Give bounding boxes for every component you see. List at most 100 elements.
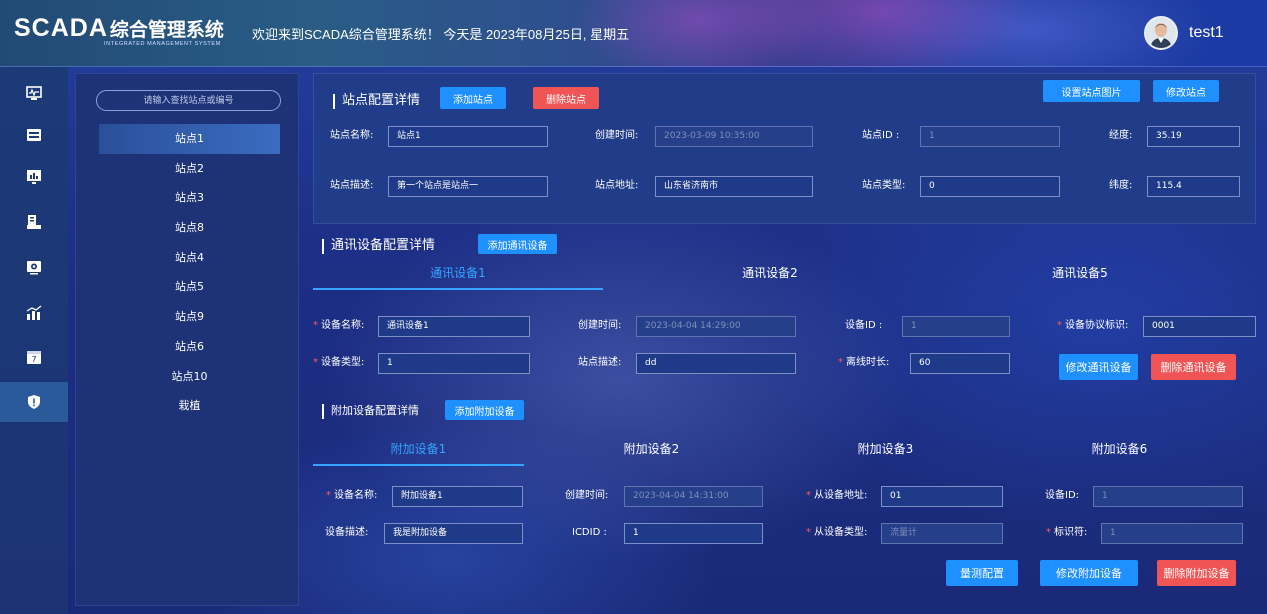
tab-comm-device-5[interactable]: 通讯设备5 — [935, 264, 1225, 281]
edit-extra-device-button[interactable]: 修改附加设备 — [1040, 560, 1138, 586]
extra-created-field: 2023-04-04 14:31:00 — [624, 486, 763, 507]
extra-icdid-field[interactable]: 1 — [624, 523, 763, 544]
edit-comm-device-button[interactable]: 修改通讯设备 — [1059, 354, 1138, 380]
screen-chart-icon — [27, 170, 41, 184]
extra-config-title: 附加设备配置详情 — [322, 403, 419, 419]
site-id-field: 1 — [920, 126, 1060, 147]
site-addr-label: 站点地址: — [595, 180, 639, 191]
delete-site-button[interactable]: 删除站点 — [533, 87, 599, 109]
site-name-label: 站点名称: — [330, 130, 374, 141]
extra-tab-indicator — [313, 464, 524, 466]
station-list: 站点1 站点2 站点3 站点8 站点4 站点5 站点9 站点6 站点10 栽植 — [99, 124, 280, 421]
nav-shield[interactable] — [0, 382, 68, 422]
site-name-field[interactable]: 站点1 — [388, 126, 548, 147]
nav-camera-screen[interactable] — [0, 247, 68, 287]
comm-type-field[interactable]: 1 — [378, 353, 530, 374]
extra-flag-field: 1 — [1101, 523, 1243, 544]
station-item[interactable]: 站点8 — [99, 213, 280, 243]
extra-slave-type-label: * 从设备类型: — [806, 527, 868, 538]
extra-slave-addr-field[interactable]: 01 — [881, 486, 1003, 507]
site-created-label: 创建时间: — [595, 130, 639, 141]
station-item[interactable]: 站点6 — [99, 332, 280, 362]
station-search-input[interactable] — [96, 90, 281, 111]
set-site-image-button[interactable]: 设置站点图片 — [1043, 80, 1140, 102]
comm-offline-field[interactable]: 60 — [910, 353, 1010, 374]
extra-created-label: 创建时间: — [565, 490, 609, 501]
comm-created-field: 2023-04-04 14:29:00 — [636, 316, 796, 337]
tab-comm-device-1[interactable]: 通讯设备1 — [313, 264, 603, 281]
station-item[interactable]: 站点3 — [99, 183, 280, 213]
add-site-button[interactable]: 添加站点 — [440, 87, 506, 109]
site-type-field[interactable]: 0 — [920, 176, 1060, 197]
site-lng-field[interactable]: 35.19 — [1147, 126, 1240, 147]
site-lat-field[interactable]: 115.4 — [1147, 176, 1240, 197]
station-item[interactable]: 站点4 — [99, 243, 280, 273]
nav-window-list[interactable] — [0, 115, 68, 155]
top-header: SCADA 综合管理系统 INTEGRATED MANAGEMENT SYSTE… — [0, 0, 1267, 67]
comm-id-label: 设备ID : — [845, 320, 883, 331]
comm-config-title: 通讯设备配置详情 — [322, 238, 435, 254]
tab-extra-device-1[interactable]: 附加设备1 — [313, 440, 524, 457]
comm-proto-field[interactable]: 0001 — [1143, 316, 1256, 337]
comm-offline-label: * 离线时长: — [838, 357, 890, 368]
station-item[interactable]: 栽植 — [99, 391, 280, 421]
site-addr-field[interactable]: 山东省济南市 — [655, 176, 813, 197]
logo-subtitle: INTEGRATED MANAGEMENT SYSTEM — [104, 41, 221, 47]
comm-name-label: * 设备名称: — [313, 320, 365, 331]
comm-proto-label: * 设备协议标识: — [1057, 320, 1129, 331]
site-id-label: 站点ID : — [862, 130, 900, 141]
comm-name-field[interactable]: 通讯设备1 — [378, 316, 530, 337]
nav-monitor-wave[interactable] — [0, 73, 68, 113]
monitor-wave-icon — [26, 86, 42, 100]
logo-cn-text: 综合管理系统 — [109, 19, 224, 41]
delete-extra-device-button[interactable]: 删除附加设备 — [1157, 560, 1236, 586]
tab-extra-device-3[interactable]: 附加设备3 — [780, 440, 991, 457]
comm-created-label: 创建时间: — [578, 320, 622, 331]
icon-nav-rail: 7 — [0, 67, 68, 614]
tab-extra-device-2[interactable]: 附加设备2 — [546, 440, 757, 457]
site-created-field: 2023-03-09 10:35:00 — [655, 126, 813, 147]
extra-desc-label: 设备描述: — [325, 527, 369, 538]
nav-calendar[interactable]: 7 — [0, 337, 68, 377]
comm-tab-indicator — [313, 288, 603, 290]
comm-type-label: * 设备类型: — [313, 357, 365, 368]
add-extra-device-button[interactable]: 添加附加设备 — [445, 400, 524, 420]
site-desc-field[interactable]: 第一个站点是站点一 — [388, 176, 548, 197]
svg-text:7: 7 — [31, 355, 36, 364]
calendar-icon: 7 — [27, 351, 41, 364]
site-config-title: 站点配置详情 — [333, 93, 420, 109]
nav-bar-trend[interactable] — [0, 293, 68, 333]
nav-screen-chart[interactable] — [0, 157, 68, 197]
shield-icon — [28, 395, 40, 409]
comm-desc-field[interactable]: dd — [636, 353, 796, 374]
extra-name-field[interactable]: 附加设备1 — [392, 486, 523, 507]
extra-flag-label: * 标识符: — [1046, 527, 1088, 538]
username-label[interactable]: test1 — [1189, 24, 1224, 42]
delete-comm-device-button[interactable]: 删除通讯设备 — [1151, 354, 1236, 380]
extra-desc-field[interactable]: 我是附加设备 — [384, 523, 523, 544]
station-item[interactable]: 站点2 — [99, 154, 280, 184]
station-item[interactable]: 站点9 — [99, 302, 280, 332]
site-config-panel: 站点配置详情 添加站点 删除站点 设置站点图片 修改站点 站点名称: 站点1 创… — [313, 73, 1256, 224]
station-item[interactable]: 站点5 — [99, 272, 280, 302]
welcome-text: 欢迎来到SCADA综合管理系统！ 今天是 2023年08月25日, 星期五 — [252, 27, 630, 42]
tab-comm-device-2[interactable]: 通讯设备2 — [625, 264, 915, 281]
comm-desc-label: 站点描述: — [578, 357, 622, 368]
nav-device-box[interactable] — [0, 202, 68, 242]
station-item[interactable]: 站点10 — [99, 362, 280, 392]
user-avatar[interactable] — [1144, 16, 1178, 50]
comm-id-field: 1 — [902, 316, 1010, 337]
logo-text: SCADA — [14, 14, 108, 42]
measure-config-button[interactable]: 量测配置 — [946, 560, 1018, 586]
tab-extra-device-6[interactable]: 附加设备6 — [1014, 440, 1225, 457]
device-box-icon — [27, 215, 41, 229]
extra-slave-addr-label: * 从设备地址: — [806, 490, 868, 501]
edit-site-button[interactable]: 修改站点 — [1153, 80, 1219, 102]
add-comm-device-button[interactable]: 添加通讯设备 — [478, 234, 557, 254]
bar-trend-icon — [26, 305, 42, 320]
station-list-panel: 站点1 站点2 站点3 站点8 站点4 站点5 站点9 站点6 站点10 栽植 — [75, 73, 299, 606]
extra-slave-type-select[interactable]: 流量计 — [881, 523, 1003, 544]
extra-icdid-label: ICDID : — [572, 527, 607, 538]
station-item[interactable]: 站点1 — [99, 124, 280, 154]
extra-dev-id-field: 1 — [1093, 486, 1243, 507]
